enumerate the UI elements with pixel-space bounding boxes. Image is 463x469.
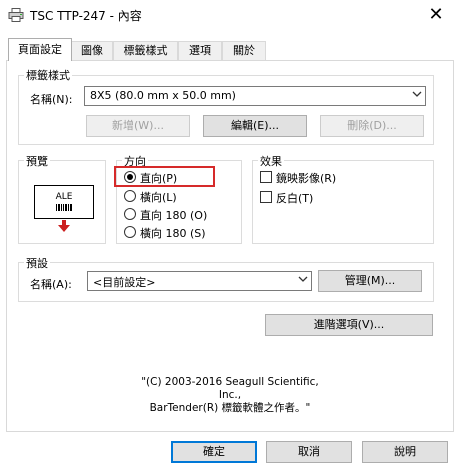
radio-portrait-label: 直向(P) <box>140 172 178 185</box>
label-style-name-label: 名稱(N): <box>30 93 73 106</box>
close-button[interactable]: ✕ <box>425 4 447 26</box>
new-label-style-button[interactable]: 新增(W)... <box>86 115 190 137</box>
tab-graphics[interactable]: 圖像 <box>71 41 113 60</box>
printer-icon <box>8 8 24 22</box>
preset-name-label: 名稱(A): <box>30 278 72 291</box>
barcode-icon <box>56 204 72 211</box>
radio-portrait-180-label: 直向 180 (O) <box>140 209 208 222</box>
preset-name-value: <目前設定> <box>93 276 156 289</box>
chevron-down-icon <box>298 276 308 282</box>
effects-title: 效果 <box>258 153 284 169</box>
radio-button[interactable] <box>124 226 136 238</box>
invert-label: 反白(T) <box>276 192 314 205</box>
ok-button[interactable]: 確定 <box>171 441 257 463</box>
label-style-name-select[interactable]: 8X5 (80.0 mm x 50.0 mm) <box>84 86 426 106</box>
label-style-name-value: 8X5 (80.0 mm x 50.0 mm) <box>90 89 236 102</box>
title-bar: TSC TTP-247 - 內容 ✕ <box>0 0 463 30</box>
cancel-button[interactable]: 取消 <box>266 441 352 463</box>
preview-label: ALE <box>34 185 94 219</box>
tab-page-setup[interactable]: 頁面設定 <box>8 38 72 61</box>
radio-dot <box>127 174 133 180</box>
preset-title: 預設 <box>24 255 50 271</box>
label-style-title: 標籤樣式 <box>24 67 72 83</box>
preset-name-select[interactable]: <目前設定> <box>87 271 312 291</box>
tab-label-style[interactable]: 標籤樣式 <box>113 41 178 60</box>
copyright-line-1: "(C) 2003-2016 Seagull Scientific, Inc., <box>141 376 319 401</box>
tab-options[interactable]: 選項 <box>178 41 222 60</box>
radio-button[interactable] <box>124 171 136 183</box>
close-icon: ✕ <box>428 4 444 25</box>
checkbox[interactable] <box>260 171 272 183</box>
mirror-label: 鏡映影像(R) <box>276 172 337 185</box>
edit-label-style-button[interactable]: 編輯(E)... <box>203 115 307 137</box>
radio-button[interactable] <box>124 208 136 220</box>
radio-button[interactable] <box>124 190 136 202</box>
chevron-down-icon <box>412 91 422 97</box>
copyright-text: "(C) 2003-2016 Seagull Scientific, Inc.,… <box>130 376 330 415</box>
radio-landscape-180-label: 橫向 180 (S) <box>140 227 206 240</box>
radio-landscape-label: 橫向(L) <box>140 191 177 204</box>
checkbox[interactable] <box>260 191 272 203</box>
preview-label-text: ALE <box>55 192 73 202</box>
arrow-down-icon <box>58 220 70 232</box>
help-button[interactable]: 說明 <box>362 441 448 463</box>
tab-about[interactable]: 關於 <box>222 41 266 60</box>
preview-title: 預覽 <box>24 153 50 169</box>
copyright-line-2: BarTender(R) 標籤軟體之作者。" <box>149 402 311 414</box>
window-title: TSC TTP-247 - 內容 <box>30 9 142 23</box>
delete-label-style-button[interactable]: 刪除(D)... <box>320 115 424 137</box>
advanced-options-button[interactable]: 進階選項(V)... <box>265 314 433 336</box>
manage-presets-button[interactable]: 管理(M)... <box>318 270 422 292</box>
